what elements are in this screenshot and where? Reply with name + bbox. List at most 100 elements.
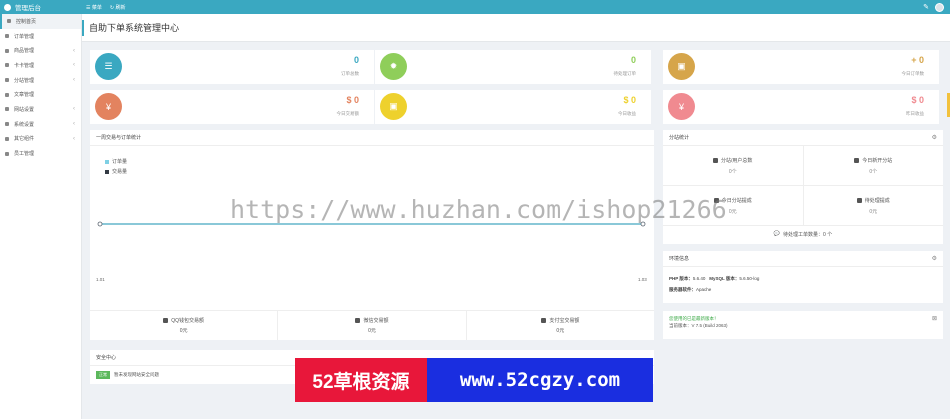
sidebar-item[interactable]: 网站设置 ‹ <box>0 102 81 117</box>
payment-value: 0元 <box>179 328 188 334</box>
logo-icon <box>4 3 11 11</box>
money-icon <box>856 197 862 203</box>
edit-icon[interactable]: ✎ <box>923 3 929 11</box>
branch-stat-label: 分站/用户总数 <box>721 157 753 164</box>
stat-label: 今日交易额 <box>336 111 360 116</box>
comment-icon: 💬 <box>773 231 781 237</box>
stat-label: 订单总数 <box>341 71 359 76</box>
branch-stat-value: 0个 <box>869 168 878 175</box>
promo-right: www.52cgzy.com <box>427 358 653 402</box>
list-icon: ☰ <box>95 53 122 80</box>
sidebar-item-label: 系统设置 <box>14 121 35 128</box>
sidebar-item-label: 分站管理 <box>14 77 35 84</box>
branch-panel-header: 分站统计 ⚙ <box>663 130 943 146</box>
branch-stat-value: 0元 <box>728 208 737 215</box>
gear-icon[interactable]: ⚙ <box>932 134 937 141</box>
chevron-left-icon: ‹ <box>73 106 75 113</box>
payment-label: QQ钱包交易额 <box>171 318 205 324</box>
sitemap-icon <box>5 78 9 83</box>
sidebar-item[interactable]: 卡卡管理 ‹ <box>0 58 81 73</box>
card-icon <box>5 63 9 68</box>
pending-tickets-text: 待处理工单数量：0 个 <box>783 231 833 238</box>
chevron-left-icon: ‹ <box>73 62 75 69</box>
stat-card[interactable]: ▣ + 0 今日订单数 <box>663 50 939 84</box>
briefcase-icon: ▣ <box>668 53 695 80</box>
watermark-url: https://www.huzhan.com/ishop21266 <box>230 195 727 224</box>
branch-stats-grid: 分站/用户总数 0个 今日新开分站 0个 今日分站提成 0元 待处理提成 0元 💬 待处理工单数量… <box>663 146 943 242</box>
payment-label: 支付宝交易额 <box>549 318 580 324</box>
sidebar-item-label: 控制首页 <box>16 18 37 25</box>
briefcase-icon: ▣ <box>380 93 407 120</box>
title-accent <box>82 19 84 36</box>
sidebar-item-label: 文章管理 <box>14 92 35 99</box>
branch-stat-label: 今日新开分站 <box>862 157 893 164</box>
branch-stat-label: 待处理提成 <box>864 197 890 204</box>
pending-tickets[interactable]: 💬 待处理工单数量：0 个 <box>663 226 943 242</box>
stat-card[interactable]: ☰ 0 订单总数 <box>90 50 374 84</box>
stat-label: 今日订单数 <box>901 71 925 76</box>
stat-card[interactable]: ▣ $ 0 今日收益 <box>375 90 651 124</box>
menu-toggle-button[interactable]: ☰ 菜单 <box>86 4 102 11</box>
sidebar-item[interactable]: 员工管理 <box>0 146 81 161</box>
stat-value: + 0 <box>911 55 924 65</box>
sidebar-item[interactable]: 文章管理 <box>0 87 81 102</box>
payment-stat: 支付宝交易额 0元 <box>467 311 654 340</box>
branch-stat-value: 0个 <box>728 168 737 175</box>
branch-panel-title: 分站统计 <box>669 135 690 141</box>
branch-stat-value: 0元 <box>869 208 878 215</box>
branch-stat: 待处理提成 0元 <box>804 186 944 225</box>
chevron-left-icon: ‹ <box>73 77 75 84</box>
payment-stat: 微信交易额 0元 <box>278 311 467 340</box>
chart-panel: 一周交易与订单统计 订单量 交易量 1.01 1.03 QQ钱包交易额 0元 微信交易… <box>90 130 654 340</box>
stat-value: $ 0 <box>911 95 924 105</box>
env-line-versions: PHP 版本：5.6.40 MySQL 版本：5.6.50-log <box>669 273 937 284</box>
qq-icon <box>163 318 169 323</box>
sidebar-item[interactable]: 其它组件 ‹ <box>0 132 81 147</box>
refresh-button[interactable]: ↻ 刷新 <box>110 4 126 11</box>
user-icon <box>5 151 9 156</box>
home-icon <box>7 19 11 24</box>
top-bar: 管理后台 ☰ 菜单 ↻ 刷新 ✎ <box>0 0 950 14</box>
brand-title: 管理后台 <box>15 5 41 12</box>
stat-label: 昨日收益 <box>906 111 924 116</box>
gear-icon[interactable]: ⚙ <box>932 255 937 262</box>
sidebar-item[interactable]: 分站管理 ‹ <box>0 73 81 88</box>
sidebar-item[interactable]: 商品管理 ‹ <box>0 43 81 58</box>
environment-panel: 环境信息 ⚙ PHP 版本：5.6.40 MySQL 版本：5.6.50-log… <box>663 251 943 303</box>
chart-panel-title: 一周交易与订单统计 <box>96 135 142 141</box>
x-tick-label: 1.01 <box>96 277 105 282</box>
brand[interactable]: 管理后台 <box>0 2 82 12</box>
sidebar-item[interactable]: 系统设置 ‹ <box>0 117 81 132</box>
mysql-label: MySQL 版本： <box>709 276 740 281</box>
env-info: PHP 版本：5.6.40 MySQL 版本：5.6.50-log 服务器软件：… <box>663 267 943 301</box>
chevron-left-icon: ‹ <box>73 47 75 54</box>
stat-card[interactable]: ¥ $ 0 今日交易额 <box>90 90 374 124</box>
data-point[interactable] <box>97 221 103 227</box>
stat-value: 0 <box>630 55 636 65</box>
mysql-value: 5.6.50-log <box>739 276 760 281</box>
promo-banner[interactable]: 52草根资源 www.52cgzy.com <box>295 358 653 402</box>
settings-icon <box>5 122 9 127</box>
sidebar-item[interactable]: 控制首页 <box>0 14 81 29</box>
avatar[interactable] <box>935 2 944 12</box>
sidebar-item-label: 订单管理 <box>14 33 35 40</box>
stat-card[interactable]: ✹ 0 待处理订单 <box>375 50 651 84</box>
security-message: 暂未发现网站安全问题 <box>114 372 159 377</box>
sidebar-item[interactable]: 订单管理 <box>0 29 81 44</box>
branch-stat: 分站/用户总数 0个 <box>663 146 804 185</box>
stat-value: 0 <box>353 55 359 65</box>
env-panel-header: 环境信息 ⚙ <box>663 251 943 267</box>
close-icon[interactable]: ⊠ <box>932 315 937 322</box>
sidebar-item-label: 商品管理 <box>14 48 35 55</box>
line-chart: 1.01 1.03 <box>96 221 647 282</box>
puzzle-icon <box>5 136 9 141</box>
stat-value: $ 0 <box>623 95 636 105</box>
payment-summary: QQ钱包交易额 0元 微信交易额 0元 支付宝交易额 0元 <box>90 310 654 340</box>
stat-card[interactable]: ¥ $ 0 昨日收益 <box>663 90 939 124</box>
server-value: Apache <box>696 287 712 292</box>
sitemap-icon <box>713 157 719 163</box>
top-right-tools: ✎ <box>923 2 950 12</box>
branch-row: 分站/用户总数 0个 今日新开分站 0个 <box>663 146 943 186</box>
yen-icon: ¥ <box>668 93 695 120</box>
status-badge: 正常 <box>96 371 110 379</box>
